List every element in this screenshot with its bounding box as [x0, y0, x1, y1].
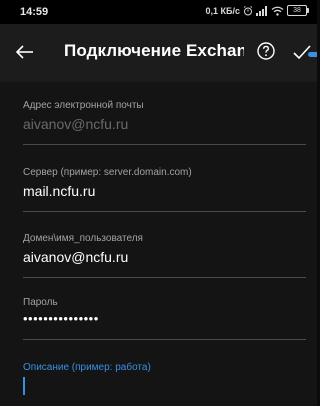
page-title: Подключение Exchan... — [64, 41, 244, 60]
signal-icon — [256, 5, 267, 16]
server-underline — [23, 211, 306, 212]
domain-username-field[interactable]: Домен\имя_пользователя aivanov@ncfu.ru — [23, 233, 306, 278]
text-cursor — [23, 377, 25, 395]
password-field[interactable]: Пароль ••••••••••••••• — [23, 297, 306, 340]
email-underline — [23, 144, 306, 145]
arrow-left-icon[interactable] — [14, 41, 36, 63]
server-value[interactable]: mail.ncfu.ru — [23, 183, 306, 201]
status-bar: 14:59 0,1 КБ/с 38 — [0, 0, 317, 24]
domain-username-value[interactable]: aivanov@ncfu.ru — [23, 249, 306, 267]
description-field[interactable]: Описание (пример: работа) — [23, 362, 306, 395]
domain-username-underline — [23, 277, 306, 278]
email-label: Адрес электронной почты — [23, 100, 144, 111]
password-underline — [23, 339, 306, 340]
server-label: Сервер (пример: server.domain.com) — [23, 167, 192, 178]
battery-icon: 38 — [287, 5, 309, 16]
exchange-form: Адрес электронной почты aivanov@ncfu.ru … — [0, 82, 317, 406]
status-time: 14:59 — [20, 6, 49, 18]
description-label: Описание (пример: работа) — [23, 362, 151, 373]
email-field[interactable]: Адрес электронной почты aivanov@ncfu.ru — [23, 100, 306, 145]
alarm-icon — [243, 5, 253, 15]
app-bar: Подключение Exchan... — [0, 24, 317, 82]
domain-username-label: Домен\имя_пользователя — [23, 233, 143, 244]
server-field[interactable]: Сервер (пример: server.domain.com) mail.… — [23, 167, 306, 212]
password-value[interactable]: ••••••••••••••• — [23, 311, 306, 329]
wifi-icon — [271, 6, 284, 16]
help-circle-icon[interactable] — [256, 41, 276, 61]
network-speed: 0,1 КБ/с — [205, 5, 240, 16]
status-icons: 0,1 КБ/с 38 — [205, 5, 309, 16]
email-value[interactable]: aivanov@ncfu.ru — [23, 116, 306, 134]
accent-indicator — [308, 52, 317, 57]
password-label: Пароль — [23, 297, 58, 308]
